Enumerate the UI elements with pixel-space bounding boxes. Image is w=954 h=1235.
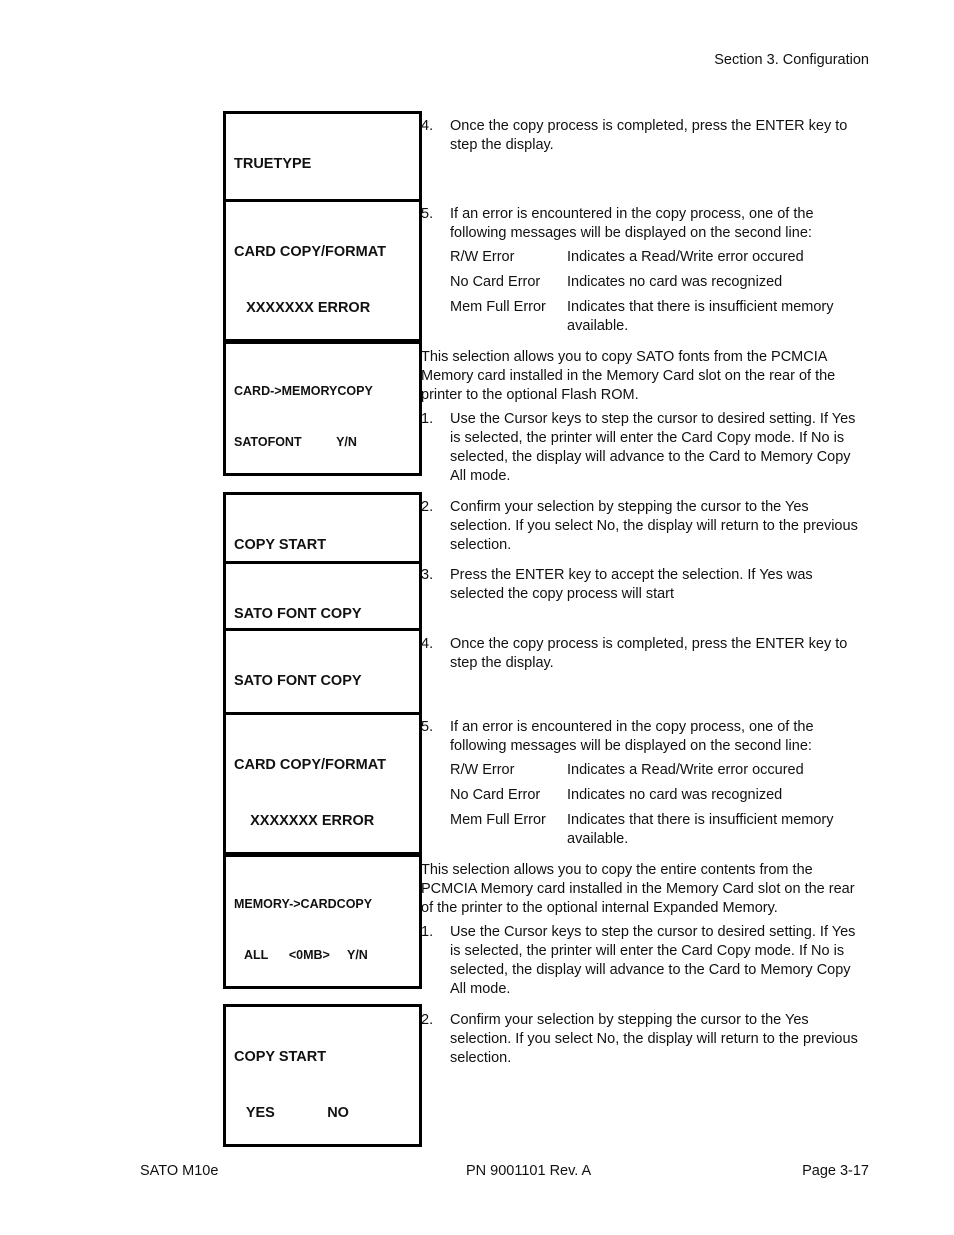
footer-page-number: Page 3-17 [802,1163,869,1179]
step-text: Confirm your selection by stepping the c… [450,1012,858,1066]
lcd-line: COPY START [234,1049,327,1065]
lcd-line: CARD COPY/FORMAT [234,757,386,773]
error-row: No Card Error Indicates no card was reco… [450,786,866,805]
lcd-display-card-memory-copy: CARD->MEMORYCOPY SATOFONT Y/N [223,341,422,476]
error-description: Indicates no card was recognized [567,274,783,290]
error-code: Mem Full Error [450,299,546,315]
error-message-table: R/W Error Indicates a Read/Write error o… [450,248,866,336]
step-text: Press the ENTER key to accept the select… [450,567,813,602]
lcd-line: COPY START [234,537,327,553]
intro-paragraph: This selection allows you to copy SATO f… [421,349,836,403]
error-message-table: R/W Error Indicates a Read/Write error o… [450,761,866,849]
step-text: Once the copy process is completed, pres… [450,118,848,153]
error-code: No Card Error [450,787,541,803]
lcd-line: SATOFONT Y/N [234,435,357,449]
step-number: 3. [421,567,434,583]
step-text: If an error is encountered in the copy p… [450,719,814,754]
memory-card-copy-block: This selection allows you to copy the en… [421,861,866,999]
step-number: 1. [421,924,434,940]
section-header: Section 3. Configuration [714,52,869,68]
step-2-block: 2. Confirm your selection by stepping th… [421,498,866,555]
error-row: Mem Full Error Indicates that there is i… [450,298,866,336]
error-description: Indicates that there is insufficient mem… [567,812,834,847]
footer-product: SATO M10e [140,1163,219,1179]
step-number: 4. [421,118,434,134]
lcd-line: XXXXXXX ERROR [234,812,375,829]
error-code: No Card Error [450,274,541,290]
step-number: 2. [421,1012,434,1028]
lcd-line: ALL <0MB> Y/N [234,948,368,962]
lcd-line: MEMORY->CARDCOPY [234,897,373,911]
step-item: 4. Once the copy process is completed, p… [421,117,866,155]
footer-part-number: PN 9001101 Rev. A [466,1163,592,1179]
step-item: 4. Once the copy process is completed, p… [421,635,866,673]
lcd-line: YES NO [234,1104,349,1121]
error-row: R/W Error Indicates a Read/Write error o… [450,248,866,267]
step-text: Confirm your selection by stepping the c… [450,499,858,553]
lcd-display-copy-error-2: CARD COPY/FORMAT XXXXXXX ERROR [223,712,422,855]
lcd-line: CARD->MEMORYCOPY [234,384,373,398]
step-item: 5. If an error is encountered in the cop… [421,205,866,336]
lcd-display-copy-start-2: COPY START YES NO [223,1004,422,1147]
error-code: Mem Full Error [450,812,546,828]
lcd-display-copy-error: CARD COPY/FORMAT XXXXXXX ERROR [223,199,422,342]
step-item: 2. Confirm your selection by stepping th… [421,498,866,555]
step-text: Once the copy process is completed, pres… [450,636,848,671]
step-number: 2. [421,499,434,515]
step-number: 5. [421,719,434,735]
error-description: Indicates a Read/Write error occured [567,762,804,778]
error-description: Indicates a Read/Write error occured [567,249,804,265]
error-description: Indicates that there is insufficient mem… [567,299,834,334]
error-row: R/W Error Indicates a Read/Write error o… [450,761,866,780]
lcd-line: XXXXXXX ERROR [234,299,371,316]
error-row: Mem Full Error Indicates that there is i… [450,811,866,849]
step-number: 1. [421,411,434,427]
intro-paragraph: This selection allows you to copy the en… [421,862,855,916]
step-5-block: 5. If an error is encountered in the cop… [421,205,866,342]
sato-font-copy-block: This selection allows you to copy SATO f… [421,348,866,486]
step-item: 3. Press the ENTER key to accept the sel… [421,566,866,604]
error-code: R/W Error [450,249,515,265]
step-number: 5. [421,206,434,222]
step-item: 1. Use the Cursor keys to step the curso… [421,410,866,486]
step-item: 5. If an error is encountered in the cop… [421,718,866,849]
step-item: 1. Use the Cursor keys to step the curso… [421,923,866,999]
lcd-line: SATO FONT COPY [234,673,362,689]
step-text: Use the Cursor keys to step the cursor t… [450,411,856,484]
error-description: Indicates no card was recognized [567,787,783,803]
error-row: No Card Error Indicates no card was reco… [450,273,866,292]
step-2-block-2: 2. Confirm your selection by stepping th… [421,1011,866,1068]
step-text: If an error is encountered in the copy p… [450,206,814,241]
step-3-block: 3. Press the ENTER key to accept the sel… [421,566,866,604]
step-number: 4. [421,636,434,652]
error-code: R/W Error [450,762,515,778]
lcd-line: SATO FONT COPY [234,606,362,622]
step-4-block-2: 4. Once the copy process is completed, p… [421,635,866,673]
step-text: Use the Cursor keys to step the cursor t… [450,924,856,997]
step-5-block-2: 5. If an error is encountered in the cop… [421,718,866,855]
lcd-display-memory-card-copy: MEMORY->CARDCOPY ALL <0MB> Y/N [223,854,422,989]
step-item: 2. Confirm your selection by stepping th… [421,1011,866,1068]
lcd-line: CARD COPY/FORMAT [234,244,386,260]
lcd-line: TRUETYPE [234,156,312,172]
step-4-block: 4. Once the copy process is completed, p… [421,117,866,155]
